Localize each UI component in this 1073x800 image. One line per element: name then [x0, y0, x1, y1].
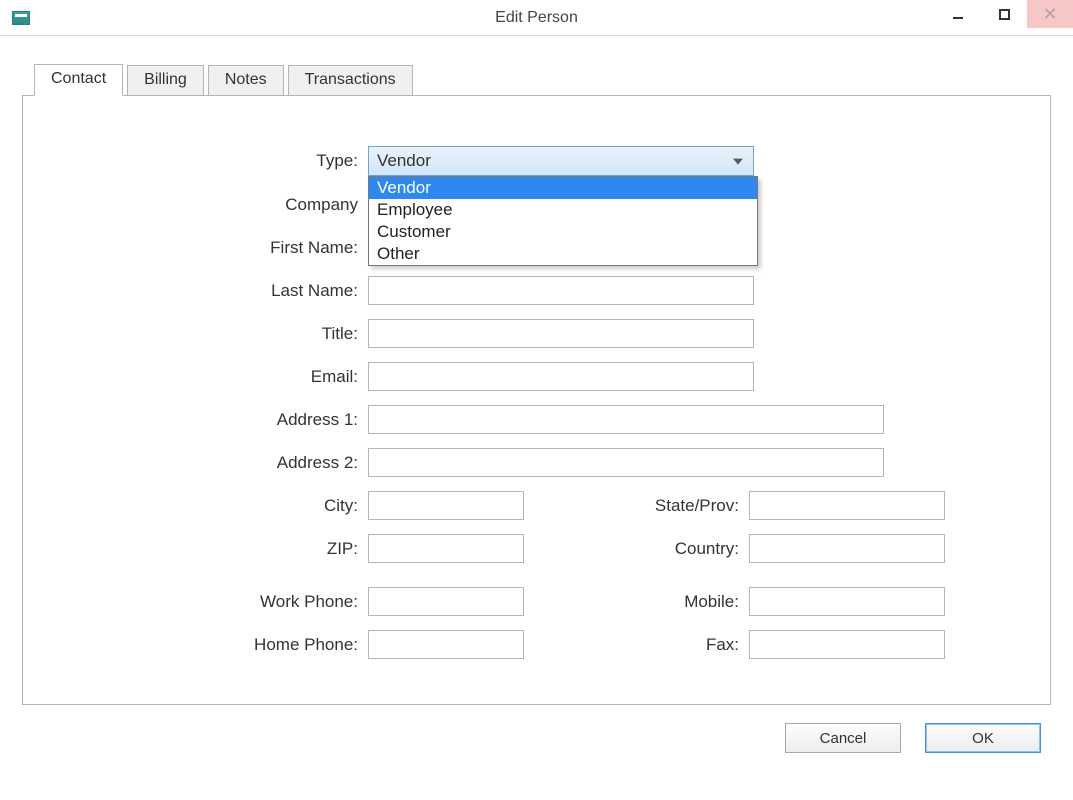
row-email: Email:	[73, 362, 1000, 391]
fax-input[interactable]	[749, 630, 945, 659]
type-combobox[interactable]: Vendor	[368, 146, 754, 176]
cancel-button[interactable]: Cancel	[785, 723, 901, 753]
tab-contact[interactable]: Contact	[34, 64, 123, 96]
type-option-customer[interactable]: Customer	[369, 221, 757, 243]
ok-button[interactable]: OK	[925, 723, 1041, 753]
window-controls: ✕	[935, 0, 1073, 28]
label-type: Type:	[73, 151, 368, 171]
label-company: Company	[73, 195, 368, 215]
label-address2: Address 2:	[73, 453, 368, 473]
country-input[interactable]	[749, 534, 945, 563]
type-combobox-value: Vendor	[377, 151, 431, 171]
row-workphone-mobile: Work Phone: Mobile:	[73, 587, 1000, 616]
label-last-name: Last Name:	[73, 281, 368, 301]
row-city-state: City: State/Prov:	[73, 491, 1000, 520]
type-option-vendor[interactable]: Vendor	[369, 177, 757, 199]
label-work-phone: Work Phone:	[73, 592, 368, 612]
row-address2: Address 2:	[73, 448, 1000, 477]
label-state: State/Prov:	[524, 496, 749, 516]
type-option-other[interactable]: Other	[369, 243, 757, 265]
type-dropdown-list: Vendor Employee Customer Other	[368, 176, 758, 266]
label-fax: Fax:	[524, 635, 749, 655]
label-mobile: Mobile:	[524, 592, 749, 612]
client-area: Contact Billing Notes Transactions Type:…	[0, 36, 1073, 773]
chevron-down-icon	[733, 159, 743, 165]
zip-input[interactable]	[368, 534, 524, 563]
mobile-input[interactable]	[749, 587, 945, 616]
tabstrip: Contact Billing Notes Transactions	[34, 64, 1051, 95]
tab-panel-contact: Type: Vendor Vendor Employee Customer Ot…	[22, 95, 1051, 705]
minimize-button[interactable]	[935, 0, 981, 28]
row-zip-country: ZIP: Country:	[73, 534, 1000, 563]
dialog-button-row: Cancel OK	[22, 723, 1051, 753]
label-email: Email:	[73, 367, 368, 387]
app-icon	[12, 11, 30, 25]
row-address1: Address 1:	[73, 405, 1000, 434]
email-input[interactable]	[368, 362, 754, 391]
tab-billing[interactable]: Billing	[127, 65, 204, 95]
label-zip: ZIP:	[73, 539, 368, 559]
titlebar: Edit Person ✕	[0, 0, 1073, 36]
address2-input[interactable]	[368, 448, 884, 477]
row-last-name: Last Name:	[73, 276, 1000, 305]
maximize-button[interactable]	[981, 0, 1027, 28]
label-city: City:	[73, 496, 368, 516]
title-input[interactable]	[368, 319, 754, 348]
label-title: Title:	[73, 324, 368, 344]
last-name-input[interactable]	[368, 276, 754, 305]
address1-input[interactable]	[368, 405, 884, 434]
row-title: Title:	[73, 319, 1000, 348]
tab-transactions[interactable]: Transactions	[288, 65, 413, 95]
label-first-name: First Name:	[73, 238, 368, 258]
label-country: Country:	[524, 539, 749, 559]
type-option-employee[interactable]: Employee	[369, 199, 757, 221]
city-input[interactable]	[368, 491, 524, 520]
label-address1: Address 1:	[73, 410, 368, 430]
home-phone-input[interactable]	[368, 630, 524, 659]
window-title: Edit Person	[495, 9, 578, 27]
row-type: Type: Vendor Vendor Employee Customer Ot…	[73, 146, 1000, 176]
work-phone-input[interactable]	[368, 587, 524, 616]
label-home-phone: Home Phone:	[73, 635, 368, 655]
tab-notes[interactable]: Notes	[208, 65, 284, 95]
row-homephone-fax: Home Phone: Fax:	[73, 630, 1000, 659]
close-button[interactable]: ✕	[1027, 0, 1073, 28]
state-input[interactable]	[749, 491, 945, 520]
